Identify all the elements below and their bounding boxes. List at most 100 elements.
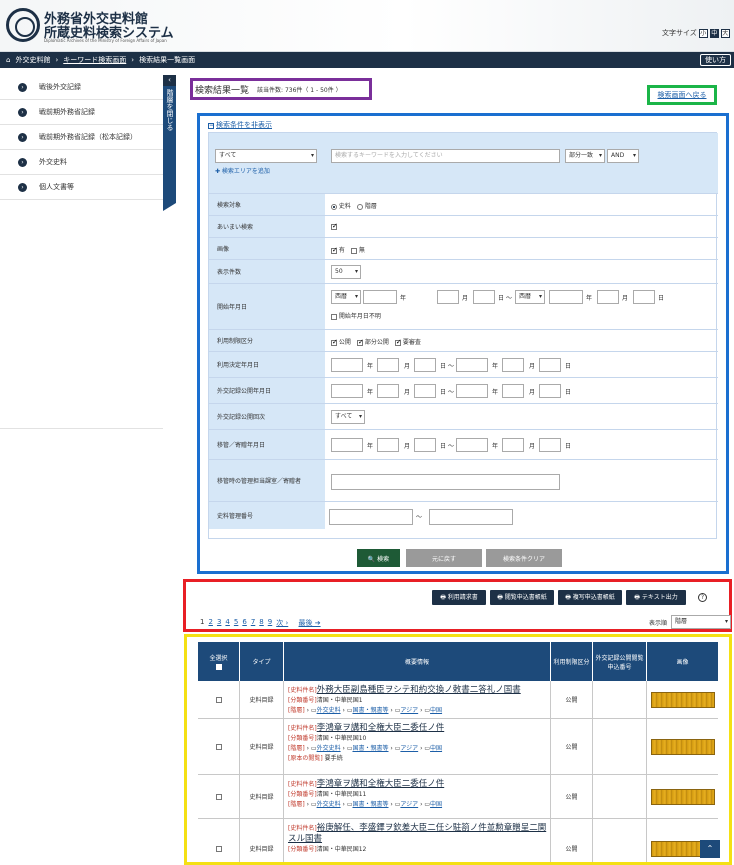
sidebar-item-personal[interactable]: › 個人文書等	[0, 175, 163, 200]
search-button[interactable]: 🔍 検索	[357, 549, 400, 567]
image-no-checkbox[interactable]	[350, 247, 357, 254]
path-link[interactable]: 中国	[430, 801, 442, 808]
help-button[interactable]: 使い方	[700, 54, 731, 66]
breadcrumb-keyword-search[interactable]: キーワード検索画面	[63, 55, 126, 65]
start-unknown-checkbox[interactable]	[331, 313, 337, 320]
page-link[interactable]: 8	[259, 618, 263, 628]
pub-start-month[interactable]	[377, 384, 399, 398]
record-thumbnail[interactable]	[650, 738, 715, 755]
record-thumbnail[interactable]	[650, 691, 715, 708]
path-link[interactable]: 国書・親書等	[352, 801, 388, 808]
radio-kaiso[interactable]	[356, 203, 363, 210]
path-link[interactable]: アジア	[400, 707, 418, 714]
viewing-form-button[interactable]: 🖶 閲覧申込書帳紙	[490, 590, 554, 605]
end-month-input[interactable]	[597, 290, 619, 304]
pub-start-day[interactable]	[414, 384, 436, 398]
fuzzy-checkbox[interactable]	[331, 222, 338, 230]
row-checkbox[interactable]	[215, 793, 222, 800]
path-link[interactable]: アジア	[400, 801, 418, 808]
image-yes-checkbox[interactable]	[331, 246, 338, 254]
transfer-start-month[interactable]	[377, 438, 399, 452]
keyword-input[interactable]: 検索するキーワードを入力してください	[331, 149, 560, 163]
transfer-end-year[interactable]	[456, 438, 488, 452]
sidebar-item-matsumoto[interactable]: › 戦前期外務省記録（松本記録）	[0, 125, 163, 150]
end-era-select[interactable]: 西暦	[515, 290, 545, 304]
close-hierarchy-button[interactable]: ‹ 階層を閉じる	[163, 75, 176, 211]
record-title-link[interactable]: 裕庚解任、李盛鐸ヲ欽差大臣二任シ駐箚ノ件並勲章贈呈二関スル国書	[288, 823, 546, 844]
select-all-checkbox[interactable]	[215, 664, 222, 670]
font-small-button[interactable]: 小	[698, 28, 708, 38]
breadcrumb-home[interactable]: 外交史料館	[15, 55, 50, 65]
path-link[interactable]: 中国	[430, 707, 442, 714]
last-page-link[interactable]: 最後 ➔	[298, 618, 320, 628]
page-link[interactable]: 9	[268, 618, 272, 628]
font-large-button[interactable]: 大	[720, 28, 730, 38]
path-link[interactable]: 国書・親書等	[352, 707, 388, 714]
request-form-button[interactable]: 🖶 利用請求書	[432, 590, 486, 605]
transfer-end-month[interactable]	[502, 438, 524, 452]
text-export-button[interactable]: 🖶 テキスト出力	[626, 590, 686, 605]
record-thumbnail[interactable]	[650, 788, 715, 805]
mgmt-from-input[interactable]	[329, 509, 413, 525]
mgmt-to-input[interactable]	[429, 509, 513, 525]
pub-end-month[interactable]	[502, 384, 524, 398]
scroll-top-button[interactable]: ⌃	[700, 840, 720, 858]
scope-select[interactable]: すべて	[215, 149, 317, 163]
row-checkbox[interactable]	[215, 845, 222, 852]
match-select[interactable]: 部分一致	[565, 149, 605, 163]
path-link[interactable]: 外交史料	[317, 801, 341, 808]
transfer-start-day[interactable]	[414, 438, 436, 452]
clear-conditions-button[interactable]: 検索条件クリア	[486, 549, 562, 567]
decide-start-month[interactable]	[377, 358, 399, 372]
record-title-link[interactable]: 李鴻章ヲ講和全権大臣二委任ノ件	[317, 723, 445, 733]
path-link[interactable]: 外交史料	[317, 745, 341, 752]
pub-start-year[interactable]	[331, 384, 363, 398]
decide-start-year[interactable]	[331, 358, 363, 372]
start-era-select[interactable]: 西暦	[331, 290, 361, 304]
row-checkbox[interactable]	[215, 696, 222, 703]
review-checkbox[interactable]	[394, 338, 402, 346]
display-count-select[interactable]: 50	[331, 265, 361, 279]
page-link[interactable]: 3	[217, 618, 221, 628]
end-day-input[interactable]	[633, 290, 655, 304]
end-year-input[interactable]	[549, 290, 583, 304]
page-link[interactable]: 6	[242, 618, 246, 628]
public-checkbox[interactable]	[331, 338, 338, 346]
start-day-input[interactable]	[473, 290, 495, 304]
back-to-search-link[interactable]: 検索画面へ戻る	[647, 85, 717, 105]
pub-end-year[interactable]	[456, 384, 488, 398]
start-year-input[interactable]	[363, 290, 397, 304]
radio-shiryo[interactable]	[331, 203, 337, 210]
toggle-conditions-link[interactable]: − 検索条件を非表示	[208, 120, 272, 130]
select-all-header[interactable]: 全選択	[198, 642, 240, 681]
decide-end-month[interactable]	[502, 358, 524, 372]
partial-checkbox[interactable]	[356, 338, 364, 346]
path-link[interactable]: 国書・親書等	[352, 745, 388, 752]
dept-input[interactable]	[331, 474, 560, 490]
transfer-end-day[interactable]	[539, 438, 561, 452]
record-title-link[interactable]: 李鴻章ヲ講和全権大臣二委任ノ件	[317, 779, 445, 789]
font-medium-button[interactable]: 中	[709, 28, 719, 38]
pub-round-select[interactable]: すべて	[331, 410, 365, 424]
path-link[interactable]: アジア	[400, 745, 418, 752]
pub-end-day[interactable]	[539, 384, 561, 398]
sidebar-item-postwar[interactable]: › 戦後外交記録	[0, 75, 163, 100]
page-link[interactable]: 2	[208, 618, 212, 628]
transfer-start-year[interactable]	[331, 438, 363, 452]
add-search-area-link[interactable]: ✚ 検索エリアを追加	[215, 166, 270, 175]
help-icon[interactable]: ?	[698, 593, 707, 602]
page-link[interactable]: 5	[234, 618, 238, 628]
decide-end-year[interactable]	[456, 358, 488, 372]
decide-end-day[interactable]	[539, 358, 561, 372]
page-link[interactable]: 4	[225, 618, 229, 628]
page-link[interactable]: 7	[251, 618, 255, 628]
reset-button[interactable]: 元に戻す	[406, 549, 482, 567]
operator-select[interactable]: AND	[607, 149, 639, 163]
sort-select[interactable]: 階層	[671, 615, 731, 629]
sidebar-item-diplomatic[interactable]: › 外交史料	[0, 150, 163, 175]
record-title-link[interactable]: 外務大臣副島種臣ヲシテ和約交換ノ敕書二答礼ノ国書	[317, 685, 521, 695]
next-page-link[interactable]: 次 ›	[276, 618, 288, 628]
start-month-input[interactable]	[437, 290, 459, 304]
sidebar-item-prewar[interactable]: › 戦前期外務省記録	[0, 100, 163, 125]
path-link[interactable]: 外交史料	[317, 707, 341, 714]
